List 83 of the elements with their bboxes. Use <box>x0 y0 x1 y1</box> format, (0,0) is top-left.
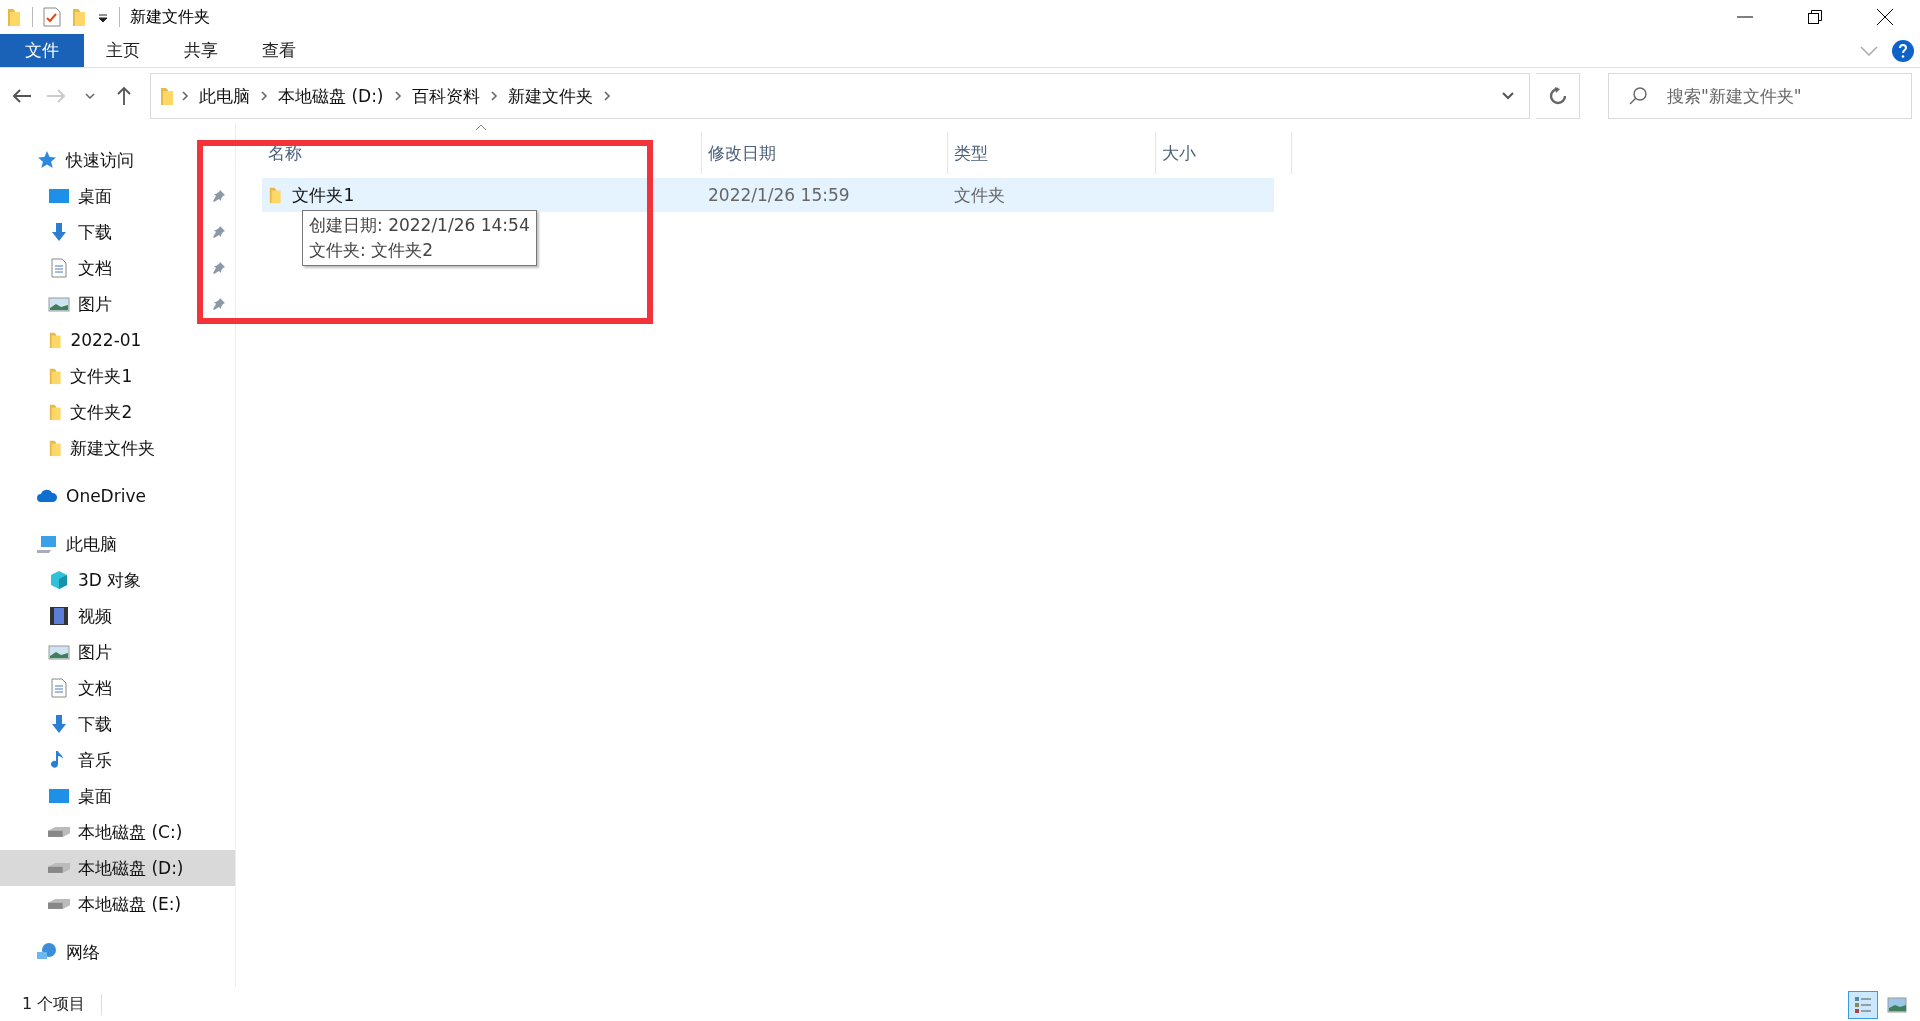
sidebar-item[interactable]: 本地磁盘 (C:) <box>0 814 235 850</box>
sidebar-item[interactable]: 桌面 <box>0 178 235 214</box>
chevron-right-icon[interactable] <box>181 90 189 102</box>
folder-icon <box>48 331 63 349</box>
column-header[interactable]: 类型 <box>948 132 1156 174</box>
breadcrumb[interactable]: 此电脑 <box>195 84 254 108</box>
breadcrumb[interactable]: 新建文件夹 <box>503 84 597 108</box>
sidebar-item[interactable]: 下载 <box>0 214 235 250</box>
chevron-right-icon[interactable] <box>489 90 498 102</box>
folder-icon <box>71 7 87 27</box>
sidebar-item[interactable]: 新建文件夹 <box>0 430 235 466</box>
sidebar-item[interactable]: 文件夹2 <box>0 394 235 430</box>
document-icon <box>48 677 70 699</box>
drive-icon <box>48 899 70 909</box>
folder-icon <box>48 403 63 421</box>
breadcrumb[interactable]: 本地磁盘 (D:) <box>274 84 388 108</box>
search-icon <box>1628 86 1648 106</box>
sidebar-item[interactable]: 网络 <box>0 934 235 970</box>
window-title: 新建文件夹 <box>130 6 210 28</box>
tooltip-text: 创建日期: 2022/1/26 14:54 <box>309 214 530 237</box>
document-icon <box>48 257 70 279</box>
folder-icon <box>6 7 22 27</box>
sort-caret-icon <box>475 124 487 131</box>
sidebar-item[interactable]: 快速访问 <box>0 142 235 178</box>
ribbon-tab[interactable]: 查看 <box>240 34 318 67</box>
sidebar-item[interactable]: 2022-01 <box>0 322 235 358</box>
folder-icon <box>159 86 175 106</box>
chevron-right-icon[interactable] <box>260 90 268 102</box>
tooltip-text: 文件夹: 文件夹2 <box>309 239 434 262</box>
dropdown-icon[interactable] <box>1501 91 1515 101</box>
sidebar-item[interactable]: OneDrive <box>0 478 235 514</box>
drive-icon <box>48 827 70 837</box>
pin-icon[interactable] <box>212 261 226 275</box>
landscape-image-icon <box>1887 996 1907 1013</box>
cube-icon <box>48 569 70 591</box>
film-strip-icon <box>48 605 70 627</box>
sidebar-item[interactable]: 文档 <box>0 670 235 706</box>
sidebar-item[interactable]: 图片 <box>0 286 235 322</box>
properties-icon[interactable] <box>43 7 61 27</box>
help-icon[interactable] <box>1892 39 1914 62</box>
breadcrumb[interactable]: 百科资料 <box>407 84 484 108</box>
address-bar[interactable]: 此电脑 本地磁盘 (D:) 百科资料 新建文件夹 <box>150 73 1530 119</box>
file-name: 文件夹1 <box>292 183 355 207</box>
details-view-button[interactable] <box>1848 990 1878 1019</box>
list-icon <box>1854 995 1872 1014</box>
column-header[interactable]: 大小 <box>1156 132 1292 174</box>
computer-icon <box>36 533 58 555</box>
ribbon-tab[interactable]: 文件 <box>0 34 84 67</box>
chevron-right-icon[interactable] <box>602 90 611 102</box>
refresh-icon <box>1548 87 1567 105</box>
sidebar-item[interactable]: 音乐 <box>0 742 235 778</box>
sidebar-item[interactable]: 桌面 <box>0 778 235 814</box>
drive-icon <box>48 863 70 873</box>
pin-icon[interactable] <box>212 225 226 239</box>
column-header[interactable]: 修改日期 <box>702 132 948 174</box>
search-field[interactable]: 搜索"新建文件夹" <box>1608 73 1912 119</box>
close-icon[interactable] <box>1876 8 1894 26</box>
sidebar-item[interactable]: 图片 <box>0 634 235 670</box>
folder-icon <box>48 439 63 457</box>
item-count: 1 个项目 <box>22 994 103 1015</box>
sidebar-item[interactable]: 本地磁盘 (D:) <box>0 850 235 886</box>
chevron-right-icon[interactable] <box>393 90 402 102</box>
sidebar-item[interactable]: 本地磁盘 (E:) <box>0 886 235 922</box>
table-cell-text: 2022/1/26 15:59 <box>707 185 851 205</box>
column-header[interactable]: 名称 <box>262 132 702 174</box>
refresh-button[interactable] <box>1536 73 1580 119</box>
file-row[interactable]: 文件夹1 2022/1/26 15:59 文件夹 <box>262 178 1274 212</box>
star-icon <box>36 149 58 171</box>
dropdown-caret-icon[interactable] <box>97 11 109 23</box>
ribbon-tab[interactable]: 共享 <box>162 34 240 67</box>
sidebar-item[interactable]: 文件夹1 <box>0 358 235 394</box>
sidebar-item[interactable]: 3D 对象 <box>0 562 235 598</box>
sidebar-item[interactable]: 此电脑 <box>0 526 235 562</box>
restore-icon[interactable] <box>1807 9 1823 25</box>
folder-icon <box>268 186 283 204</box>
folder-icon <box>48 367 63 385</box>
table-cell-text: 文件夹 <box>953 183 1006 207</box>
sidebar-item[interactable]: 文档 <box>0 250 235 286</box>
pin-icon[interactable] <box>212 297 226 311</box>
sidebar-item[interactable]: 下载 <box>0 706 235 742</box>
pin-icon[interactable] <box>212 189 226 203</box>
ribbon-tab[interactable]: 主页 <box>84 34 162 67</box>
sidebar-item[interactable]: 视频 <box>0 598 235 634</box>
